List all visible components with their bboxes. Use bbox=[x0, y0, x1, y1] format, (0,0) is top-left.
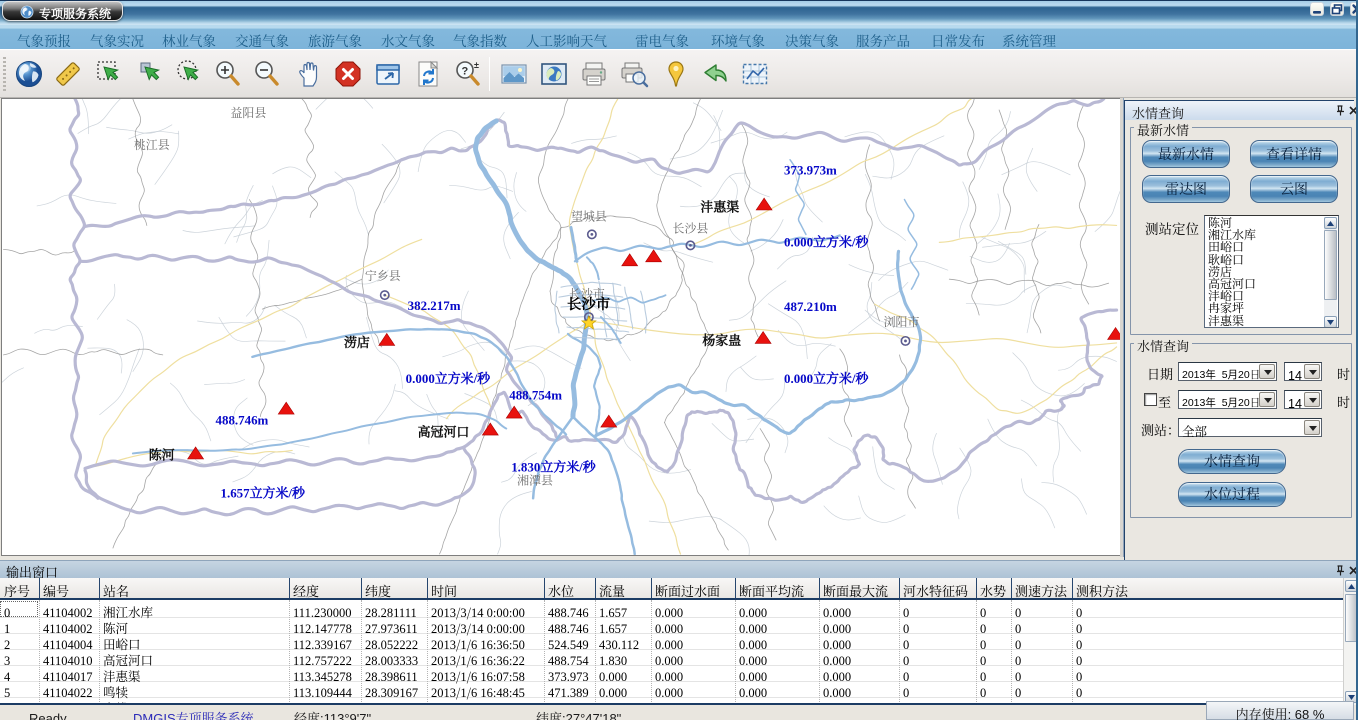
svg-text:0.000立方米/秒: 0.000立方米/秒 bbox=[784, 234, 870, 249]
svg-text:487.210m: 487.210m bbox=[784, 299, 837, 314]
svg-text:涝店: 涝店 bbox=[344, 332, 370, 351]
svg-text:益阳县: 益阳县 bbox=[230, 104, 266, 121]
svg-text:浏阳市: 浏阳市 bbox=[884, 313, 920, 330]
svg-text:488.754m: 488.754m bbox=[509, 388, 562, 403]
svg-text:长沙县: 长沙县 bbox=[673, 219, 709, 236]
svg-text:1.830立方米/秒: 1.830立方米/秒 bbox=[511, 459, 597, 474]
svg-text:0.000立方米/秒: 0.000立方米/秒 bbox=[784, 371, 870, 386]
svg-text:望城县: 望城县 bbox=[571, 207, 607, 224]
svg-text:382.217m: 382.217m bbox=[408, 298, 461, 313]
svg-text:±: ± bbox=[474, 60, 479, 70]
svg-text:陈河: 陈河 bbox=[149, 444, 175, 463]
svg-text:杨家蛊: 杨家蛊 bbox=[702, 330, 741, 349]
svg-text:桃江县: 桃江县 bbox=[134, 136, 170, 153]
svg-text:488.746m: 488.746m bbox=[216, 413, 269, 428]
svg-text:0.000立方米/秒: 0.000立方米/秒 bbox=[406, 371, 492, 386]
svg-text:长沙市: 长沙市 bbox=[567, 293, 611, 314]
svg-text:1.657立方米/秒: 1.657立方米/秒 bbox=[220, 485, 306, 500]
svg-text:高冠河口: 高冠河口 bbox=[418, 422, 470, 441]
svg-text:?: ? bbox=[462, 66, 469, 78]
svg-text:宁乡县: 宁乡县 bbox=[365, 267, 401, 284]
svg-text:373.973m: 373.973m bbox=[784, 163, 837, 178]
svg-text:沣惠渠: 沣惠渠 bbox=[700, 197, 739, 216]
